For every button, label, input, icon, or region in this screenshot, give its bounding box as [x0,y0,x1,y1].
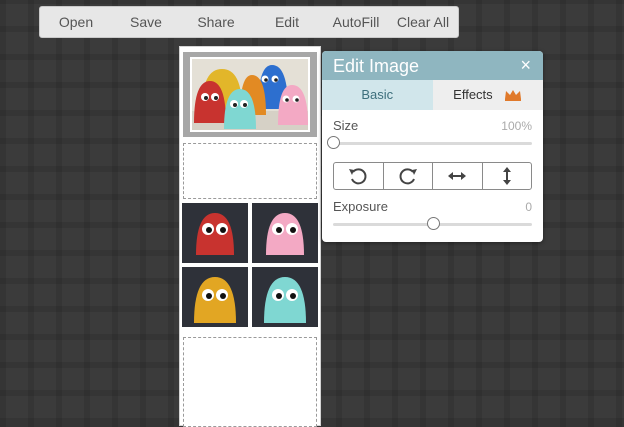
tab-effects[interactable]: Effects [432,80,543,112]
clear-all-button[interactable]: Clear All [390,7,456,37]
share-button[interactable]: Share [180,7,252,37]
edit-button[interactable]: Edit [252,7,322,37]
size-value: 100% [501,119,532,133]
exposure-slider-handle[interactable] [426,217,440,230]
empty-photo-slot[interactable] [183,337,317,427]
tab-basic-label: Basic [361,87,394,102]
autofill-button[interactable]: AutoFill [322,7,390,37]
pink-ghost-photo[interactable] [252,203,318,263]
flip-horizontal-icon [448,172,467,180]
flip-vertical-icon [502,167,511,185]
rotate-left-icon [349,168,367,185]
red-ghost-photo[interactable] [182,203,248,263]
exposure-label: Exposure [333,199,388,214]
top-toolbar: Open Save Share Edit AutoFill Clear All [39,6,459,38]
tab-effects-label: Effects [453,87,493,102]
yellow-ghost-photo[interactable] [182,267,248,327]
panel-header: Edit Image × [322,51,543,80]
selected-photo-slot[interactable] [183,52,317,137]
transform-buttons [333,162,532,190]
panel-tabs: Basic Effects [322,80,543,110]
size-slider-handle[interactable] [327,136,340,149]
flip-horizontal-button[interactable] [433,163,483,189]
size-label: Size [333,118,359,133]
tab-basic[interactable]: Basic [322,80,433,110]
edit-image-panel: Edit Image × Basic Effects Size 100% Exp… [322,51,543,242]
empty-photo-slot[interactable] [183,143,317,199]
size-slider[interactable] [327,136,532,149]
ghosts-group-photo [190,57,310,132]
cyan-ghost-photo[interactable] [252,267,318,327]
collage-strip [179,46,321,427]
rotate-right-icon [399,168,417,185]
flip-vertical-button[interactable] [483,163,532,189]
exposure-value: 0 [525,200,532,214]
rotate-left-button[interactable] [334,163,384,189]
rotate-right-button[interactable] [384,163,433,189]
panel-title: Edit Image [333,56,420,76]
save-button[interactable]: Save [112,7,180,37]
close-icon[interactable]: × [520,55,531,76]
open-button[interactable]: Open [40,7,112,37]
exposure-slider[interactable] [333,217,532,230]
crown-icon [504,82,522,112]
